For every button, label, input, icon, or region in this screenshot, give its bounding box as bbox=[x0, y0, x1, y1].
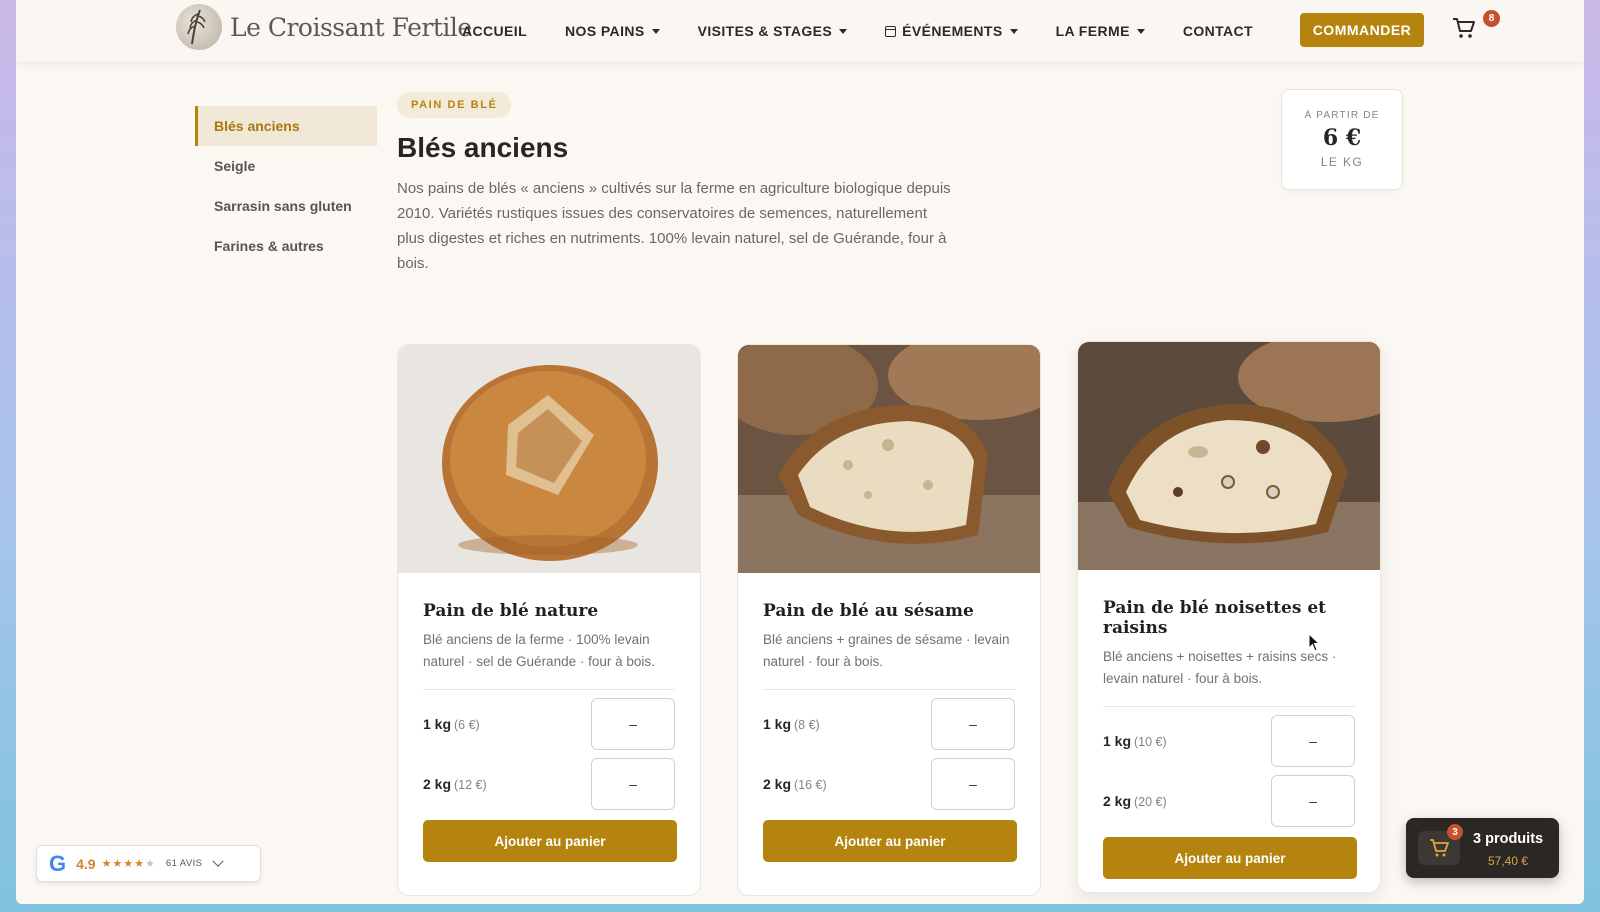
option-price: (8 €) bbox=[794, 718, 820, 732]
product-image-sesame bbox=[738, 345, 1040, 573]
caret-down-icon bbox=[1009, 28, 1018, 34]
option-weight: 2 kg bbox=[763, 776, 792, 792]
price-unit: LE KG bbox=[1320, 155, 1364, 169]
product-title: Pain de blé noisettes et raisins bbox=[1103, 598, 1327, 638]
product-image-noisettes-raisins bbox=[1078, 342, 1380, 570]
nav-evenements[interactable]: ÉVÉNEMENTS bbox=[885, 23, 1018, 39]
caret-down-icon bbox=[1136, 28, 1145, 34]
quantity-select-1kg[interactable]: – bbox=[931, 698, 1015, 750]
category-sidebar: Blés anciens Seigle Sarrasin sans gluten… bbox=[195, 106, 377, 266]
price-amount: 6 € bbox=[1322, 125, 1362, 151]
page-title: Blés anciens bbox=[397, 132, 569, 163]
quantity-select-2kg[interactable]: – bbox=[591, 758, 675, 810]
nav-visites-stages[interactable]: VISITES & STAGES bbox=[698, 23, 848, 39]
product-description: Blé anciens + graines de sésame · levain… bbox=[763, 632, 1010, 669]
product-description: Blé anciens de la ferme · 100% levain na… bbox=[423, 632, 655, 669]
nav-label: ÉVÉNEMENTS bbox=[902, 23, 1003, 39]
cart-icon[interactable] bbox=[1451, 15, 1481, 45]
caret-down-icon bbox=[839, 28, 848, 34]
option-price: (16 €) bbox=[794, 778, 827, 792]
option-price: (6 €) bbox=[454, 718, 480, 732]
option-row-1kg: 1 kg (8 €) – bbox=[763, 698, 1015, 750]
rating-stars-icon: ★★★★★ bbox=[101, 858, 156, 870]
cart-product-count: 3 produits bbox=[1473, 831, 1544, 847]
google-icon: G bbox=[49, 850, 67, 876]
price-from-label: À PARTIR DE bbox=[1304, 110, 1380, 121]
option-row-1kg: 1 kg (6 €) – bbox=[423, 698, 675, 750]
quantity-select-2kg[interactable]: – bbox=[931, 758, 1015, 810]
price-from-box: À PARTIR DE 6 € LE KG bbox=[1281, 89, 1403, 190]
nav-contact[interactable]: CONTACT bbox=[1183, 23, 1253, 39]
cart-total: 57,40 € bbox=[1488, 854, 1529, 868]
option-row-1kg: 1 kg (10 €) – bbox=[1103, 715, 1355, 767]
product-title: Pain de blé au sésame bbox=[763, 601, 974, 621]
chevron-down-icon[interactable] bbox=[212, 855, 225, 867]
cart-count-badge: 8 bbox=[1483, 10, 1500, 27]
option-price: (10 €) bbox=[1134, 735, 1167, 749]
nav-label: NOS PAINS bbox=[565, 23, 645, 39]
divider bbox=[423, 689, 675, 690]
product-title: Pain de blé nature bbox=[423, 601, 599, 621]
option-weight: 2 kg bbox=[1103, 793, 1132, 809]
quantity-select-2kg[interactable]: – bbox=[1271, 775, 1355, 827]
nav-nos-pains[interactable]: NOS PAINS bbox=[565, 23, 660, 39]
add-to-cart-button[interactable]: Ajouter au panier bbox=[763, 820, 1017, 862]
brand-name: Le Croissant Fertile bbox=[230, 12, 472, 42]
quantity-select-1kg[interactable]: – bbox=[591, 698, 675, 750]
nav-label: LA FERME bbox=[1055, 23, 1130, 39]
product-image-nature bbox=[398, 345, 700, 573]
review-rating: 4.9 bbox=[76, 855, 96, 872]
section-intro: Nos pains de blés « anciens » cultivés s… bbox=[397, 180, 951, 272]
nav-accueil[interactable]: ACCUEIL bbox=[462, 23, 527, 39]
caret-down-icon bbox=[651, 28, 660, 34]
wheat-icon bbox=[176, 4, 222, 50]
divider bbox=[1103, 706, 1355, 707]
divider bbox=[763, 689, 1015, 690]
option-weight: 1 kg bbox=[423, 716, 452, 732]
main-nav: ACCUEIL NOS PAINS VISITES & STAGES ÉVÉNE… bbox=[462, 0, 1291, 62]
product-card: Pain de blé noisettes et raisins Blé anc… bbox=[1077, 341, 1381, 893]
nav-label: CONTACT bbox=[1182, 23, 1254, 39]
add-to-cart-button[interactable]: Ajouter au panier bbox=[423, 820, 677, 862]
quantity-select-1kg[interactable]: – bbox=[1271, 715, 1355, 767]
sidebar-item-seigle[interactable]: Seigle bbox=[195, 146, 377, 186]
option-weight: 2 kg bbox=[423, 776, 452, 792]
sidebar-item-sarrasin[interactable]: Sarrasin sans gluten bbox=[195, 186, 377, 226]
mouse-cursor-icon bbox=[1308, 633, 1321, 652]
option-price: (20 €) bbox=[1134, 795, 1167, 809]
option-price: (12 €) bbox=[454, 778, 487, 792]
site-header: Le Croissant Fertile ACCUEIL NOS PAINS V… bbox=[16, 0, 1584, 62]
option-row-2kg: 2 kg (16 €) – bbox=[763, 758, 1015, 810]
cart-count-badge: 3 bbox=[1447, 824, 1463, 840]
nav-la-ferme[interactable]: LA FERME bbox=[1056, 23, 1145, 39]
calendar-icon bbox=[885, 25, 897, 37]
product-card: Pain de blé nature Blé anciens de la fer… bbox=[397, 344, 701, 896]
order-button[interactable]: COMMANDER bbox=[1300, 13, 1424, 47]
brand-logo[interactable]: Le Croissant Fertile bbox=[176, 4, 472, 50]
add-to-cart-button[interactable]: Ajouter au panier bbox=[1103, 837, 1357, 879]
review-count: 61 AVIS bbox=[165, 858, 203, 869]
page-frame: Le Croissant Fertile ACCUEIL NOS PAINS V… bbox=[16, 0, 1584, 904]
category-tag: PAIN DE BLÉ bbox=[397, 92, 512, 118]
product-card: Pain de blé au sésame Blé anciens + grai… bbox=[737, 344, 1041, 896]
option-row-2kg: 2 kg (12 €) – bbox=[423, 758, 675, 810]
sidebar-item-bles-anciens[interactable]: Blés anciens bbox=[195, 106, 377, 146]
floating-cart[interactable]: 3 3 produits 57,40 € bbox=[1406, 818, 1559, 878]
google-reviews-widget[interactable]: G 4.9 ★★★★★ 61 AVIS bbox=[36, 845, 261, 882]
nav-label: VISITES & STAGES bbox=[697, 23, 833, 39]
option-row-2kg: 2 kg (20 €) – bbox=[1103, 775, 1355, 827]
sidebar-item-farines[interactable]: Farines & autres bbox=[195, 226, 377, 266]
option-weight: 1 kg bbox=[763, 716, 792, 732]
option-weight: 1 kg bbox=[1103, 733, 1132, 749]
nav-label: ACCUEIL bbox=[462, 23, 528, 39]
